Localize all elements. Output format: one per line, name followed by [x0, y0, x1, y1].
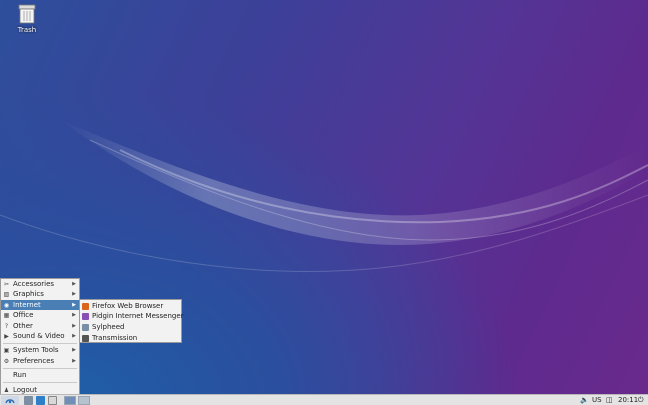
menu-item-label: Logout: [13, 385, 37, 394]
show-desktop-launcher-icon[interactable]: [48, 396, 57, 405]
submenu-item-sylpheed[interactable]: Sylpheed: [80, 322, 181, 332]
trash-label: Trash: [17, 26, 37, 34]
submenu-item-transmission[interactable]: Transmission: [80, 333, 181, 343]
volume-icon[interactable]: 🔈: [580, 395, 589, 405]
workspace-1-button[interactable]: [64, 396, 76, 405]
submenu-arrow-icon: ▶: [72, 347, 76, 354]
clock[interactable]: 20:11: [618, 395, 638, 405]
menu-item-label: Run: [13, 371, 27, 380]
menu-item-label: Graphics: [13, 290, 44, 299]
internet-submenu: Firefox Web Browser Pidgin Internet Mess…: [79, 299, 184, 343]
submenu-arrow-icon: ▶: [72, 322, 76, 329]
pidgin-icon: [82, 313, 89, 321]
menu-item-graphics[interactable]: ▧ Graphics ▶: [1, 289, 79, 299]
desktop-icon-trash[interactable]: Trash: [12, 4, 42, 34]
preferences-icon: ⚙: [3, 357, 10, 365]
menu-item-label: Sound & Video: [13, 331, 65, 340]
transmission-icon: [82, 335, 89, 343]
office-icon: ▦: [3, 312, 10, 320]
other-icon: ?: [4, 322, 9, 330]
logout-icon: ♟: [3, 386, 10, 394]
menu-item-office[interactable]: ▦ Office ▶: [1, 310, 79, 320]
taskbar: 🔈 US ◫ 20:11 ⏻: [0, 394, 648, 405]
submenu-item-label: Transmission: [92, 334, 138, 343]
submenu-arrow-icon: ▶: [72, 281, 76, 287]
menu-item-label: Accessories: [13, 280, 55, 288]
menu-item-internet[interactable]: ◉ Internet ▶: [1, 299, 79, 311]
submenu-item-label: Sylpheed: [92, 323, 125, 332]
submenu-item-label: Pidgin Internet Messenger: [92, 312, 184, 321]
menu-item-system-tools[interactable]: ▣ System Tools ▶: [1, 345, 79, 355]
menu-item-sound-video[interactable]: ▶ Sound & Video ▶: [1, 331, 79, 341]
application-menu: ✂ Accessories ▶ ▧ Graphics ▶ ◉ Internet …: [0, 278, 80, 394]
web-browser-launcher-icon[interactable]: [36, 396, 45, 405]
accessories-icon: ✂: [3, 281, 10, 288]
submenu-arrow-icon: ▶: [72, 332, 76, 339]
menu-separator: [3, 367, 77, 369]
network-icon[interactable]: ◫: [606, 395, 613, 405]
submenu-arrow-icon: ▶: [72, 312, 76, 319]
menu-item-label: Office: [13, 311, 34, 320]
system-tools-icon: ▣: [3, 347, 10, 355]
menu-item-accessories[interactable]: ✂ Accessories ▶: [1, 279, 79, 289]
menu-item-label: System Tools: [13, 346, 59, 355]
graphics-icon: ▧: [3, 291, 10, 299]
menu-item-other[interactable]: ? Other ▶: [1, 321, 79, 331]
internet-icon: ◉: [3, 301, 10, 309]
menu-separator: [3, 342, 77, 344]
menu-item-preferences[interactable]: ⚙ Preferences ▶: [1, 356, 79, 366]
start-menu-button[interactable]: [1, 396, 19, 405]
menu-item-label: Preferences: [13, 356, 55, 365]
submenu-arrow-icon: ▶: [72, 291, 76, 298]
keyboard-layout[interactable]: US: [592, 395, 602, 405]
submenu-arrow-icon: ▶: [72, 357, 76, 364]
lubuntu-logo-icon: [5, 399, 15, 404]
submenu-item-pidgin[interactable]: Pidgin Internet Messenger: [80, 311, 184, 321]
trash-icon: [18, 4, 36, 24]
workspace-2-button[interactable]: [78, 396, 90, 405]
sound-video-icon: ▶: [4, 332, 9, 340]
menu-item-run[interactable]: Run: [1, 370, 79, 380]
menu-item-label: Internet: [13, 300, 41, 309]
sylpheed-icon: [82, 324, 89, 332]
power-icon[interactable]: ⏻: [638, 395, 644, 405]
submenu-item-label: Firefox Web Browser: [92, 301, 164, 310]
file-manager-launcher-icon[interactable]: [24, 396, 33, 405]
menu-item-label: Other: [13, 321, 33, 330]
menu-separator: [3, 382, 77, 384]
submenu-arrow-icon: ▶: [72, 301, 76, 308]
submenu-item-firefox[interactable]: Firefox Web Browser: [80, 301, 181, 311]
firefox-icon: [82, 302, 89, 310]
